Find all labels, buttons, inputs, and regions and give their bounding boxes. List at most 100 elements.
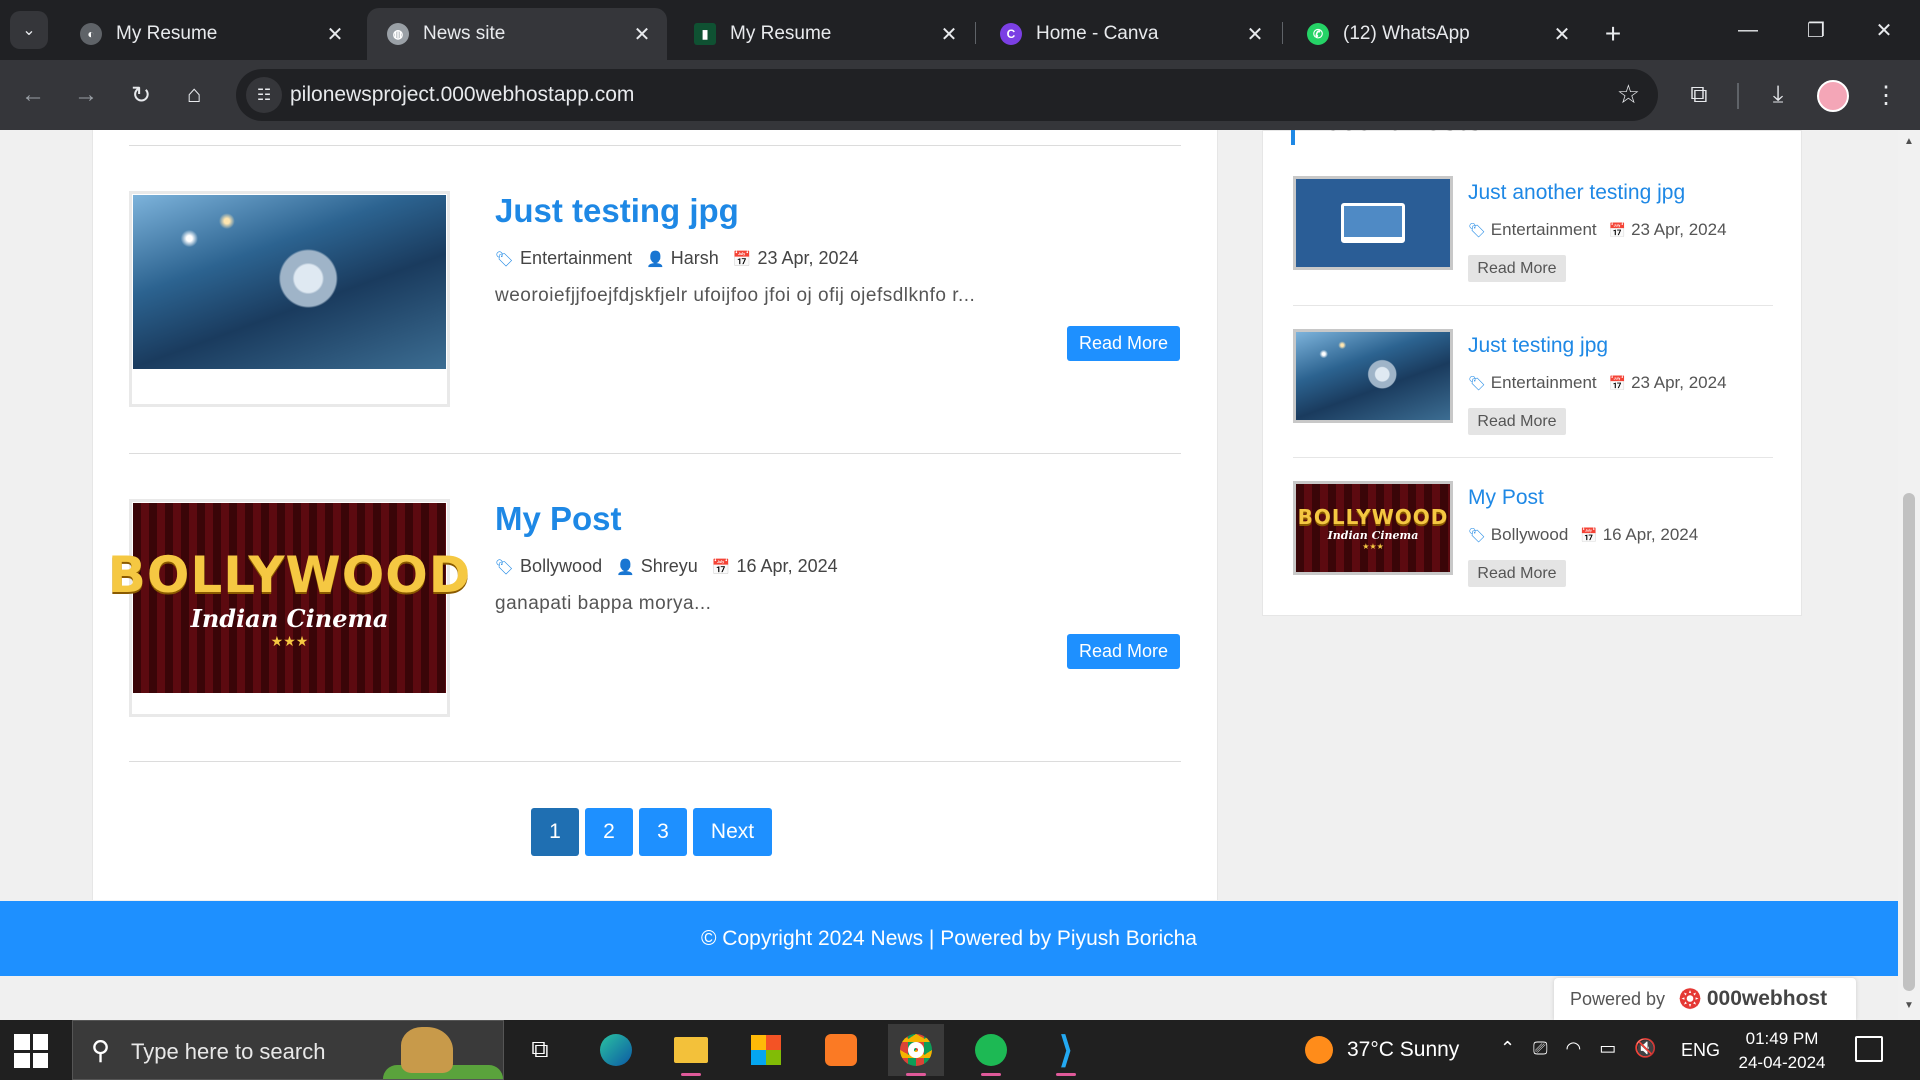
vscode-app[interactable]: ⟩ xyxy=(1038,1024,1094,1076)
start-button[interactable] xyxy=(14,1034,48,1068)
tags-icon: 🏷 xyxy=(1468,221,1486,238)
file-explorer-app[interactable] xyxy=(663,1024,719,1076)
store-icon xyxy=(751,1035,781,1065)
tab-my-resume-2[interactable]: ▮ My Resume ✕ xyxy=(674,8,974,60)
spotify-app[interactable] xyxy=(963,1024,1019,1076)
tab-title: Home - Canva xyxy=(1036,23,1159,44)
calendar-icon: 📅 xyxy=(732,250,752,268)
reload-button[interactable]: ↻ xyxy=(121,75,161,115)
close-icon[interactable]: ✕ xyxy=(1547,19,1577,49)
chrome-app[interactable] xyxy=(888,1024,944,1076)
language-indicator[interactable]: ENG xyxy=(1681,1040,1720,1061)
tab-my-resume[interactable]: ◐ My Resume ✕ xyxy=(60,8,360,60)
user-icon: 👤 xyxy=(616,558,635,576)
scrollbar-thumb[interactable] xyxy=(1903,493,1915,991)
tab-canva[interactable]: C Home - Canva ✕ xyxy=(980,8,1280,60)
close-icon[interactable]: ✕ xyxy=(934,19,964,49)
read-more-button[interactable]: Read More xyxy=(1468,560,1566,587)
xampp-app[interactable] xyxy=(813,1024,869,1076)
page-3-button[interactable]: 3 xyxy=(639,808,687,856)
chevron-up-icon[interactable]: ⌃ xyxy=(1500,1038,1515,1059)
post-thumbnail[interactable] xyxy=(129,191,450,407)
extensions-button[interactable]: ⧉ xyxy=(1679,75,1719,115)
site-info-icon[interactable]: ☷ xyxy=(246,77,282,113)
close-icon: ✕ xyxy=(1875,19,1893,42)
read-more-button[interactable]: Read More xyxy=(1468,255,1566,282)
search-icon: ⚲ xyxy=(91,1035,111,1065)
clock-date: 24-04-2024 xyxy=(1738,1053,1826,1072)
scroll-up-icon[interactable]: ▲ xyxy=(1904,136,1914,147)
windows-taskbar: ⚲ Type here to search ⧉ ⟩ 37°C Sunny ⌃ ⎚… xyxy=(0,1020,1920,1080)
laptop-image[interactable] xyxy=(1293,176,1453,270)
profile-avatar[interactable] xyxy=(1817,80,1849,112)
bollywood-logo-text: BOLLYWOOD xyxy=(1297,505,1449,529)
xampp-icon xyxy=(825,1034,857,1066)
battery-icon[interactable]: ▭ xyxy=(1599,1038,1616,1059)
calendar-icon: 📅 xyxy=(1580,526,1598,543)
downloads-button[interactable]: ⤓ xyxy=(1758,75,1798,115)
recent-post-title[interactable]: Just testing jpg xyxy=(1468,334,1608,358)
forward-button[interactable]: → xyxy=(66,75,106,115)
scroll-down-icon[interactable]: ▼ xyxy=(1904,1000,1914,1011)
post-category[interactable]: Bollywood xyxy=(520,556,602,577)
close-icon[interactable]: ✕ xyxy=(627,19,657,49)
recent-post-title[interactable]: My Post xyxy=(1468,486,1544,510)
post-title[interactable]: Just testing jpg xyxy=(495,192,739,230)
calendar-icon: 📅 xyxy=(711,558,731,576)
recent-post-category[interactable]: Entertainment xyxy=(1491,220,1597,240)
minimize-button[interactable]: — xyxy=(1714,8,1782,52)
whatsapp-favicon-icon: ✆ xyxy=(1307,23,1329,45)
clock-time: 01:49 PM xyxy=(1745,1029,1819,1048)
weather-widget[interactable]: 37°C Sunny xyxy=(1305,1036,1459,1064)
footer-copyright: © Copyright 2024 News | Powered by Piyus… xyxy=(700,926,1197,950)
recent-post-category[interactable]: Entertainment xyxy=(1491,373,1597,393)
next-page-button[interactable]: Next xyxy=(693,808,772,856)
close-icon[interactable]: ✕ xyxy=(1240,19,1270,49)
recent-post-category[interactable]: Bollywood xyxy=(1491,525,1569,545)
tab-search-button[interactable]: ⌄ xyxy=(10,11,48,49)
home-button[interactable]: ⌂ xyxy=(174,75,214,115)
page-1-button[interactable]: 1 xyxy=(531,808,579,856)
tags-icon: 🏷 xyxy=(495,250,515,268)
menu-button[interactable]: ⋮ xyxy=(1866,75,1906,115)
post-thumbnail[interactable]: BOLLYWOOD Indian Cinema ★★★ xyxy=(108,499,470,717)
volume-muted-icon[interactable]: 🔇 xyxy=(1634,1038,1656,1059)
close-window-button[interactable]: ✕ xyxy=(1850,8,1918,52)
url-text[interactable]: pilonewsproject.000webhostapp.com xyxy=(290,83,634,107)
post-meta: 🏷 Entertainment 👤 Harsh 📅 23 Apr, 2024 xyxy=(495,248,859,269)
new-tab-button[interactable]: + xyxy=(1595,16,1631,52)
taskbar-search[interactable]: ⚲ Type here to search xyxy=(72,1020,504,1080)
tab-title: (12) WhatsApp xyxy=(1343,23,1470,44)
globe-keyboard-image[interactable] xyxy=(1293,329,1453,423)
bollywood-image[interactable]: BOLLYWOOD Indian Cinema ★★★ xyxy=(1293,481,1453,575)
bookmark-star-icon[interactable]: ☆ xyxy=(1617,79,1640,110)
wifi-icon[interactable]: ◠ xyxy=(1566,1038,1582,1059)
weather-text: 37°C Sunny xyxy=(1347,1038,1460,1061)
bollywood-logo-text: BOLLYWOOD xyxy=(107,546,472,604)
task-view-button[interactable]: ⧉ xyxy=(512,1024,568,1076)
post-meta: 🏷 Bollywood 👤 Shreyu 📅 16 Apr, 2024 xyxy=(495,556,838,577)
arrow-left-icon: ← xyxy=(21,81,45,108)
restore-button[interactable]: ❐ xyxy=(1782,8,1850,52)
page-scrollbar[interactable]: ▲ ▼ xyxy=(1898,130,1920,1020)
read-more-button[interactable]: Read More xyxy=(1067,634,1180,669)
reload-icon: ↻ xyxy=(130,81,152,109)
system-clock[interactable]: 01:49 PM 24-04-2024 xyxy=(1736,1027,1828,1075)
tab-news-site[interactable]: ◍ News site ✕ xyxy=(367,8,667,60)
host-badge[interactable]: Powered by ❂ 000webhost xyxy=(1554,978,1856,1020)
close-icon[interactable]: ✕ xyxy=(320,19,350,49)
address-bar[interactable]: ☷ pilonewsproject.000webhostapp.com ☆ xyxy=(236,69,1658,121)
meet-now-icon[interactable]: ⎚ xyxy=(1533,1038,1547,1059)
edge-app[interactable] xyxy=(588,1024,644,1076)
notification-center-icon[interactable] xyxy=(1855,1036,1883,1062)
back-button[interactable]: ← xyxy=(13,75,53,115)
recent-post-title[interactable]: Just another testing jpg xyxy=(1468,181,1685,205)
tab-whatsapp[interactable]: ✆ (12) WhatsApp ✕ xyxy=(1287,8,1587,60)
page-2-button[interactable]: 2 xyxy=(585,808,633,856)
post-category[interactable]: Entertainment xyxy=(520,248,632,269)
read-more-button[interactable]: Read More xyxy=(1468,408,1566,435)
star-icon: ★★★ xyxy=(270,633,309,649)
microsoft-store-app[interactable] xyxy=(738,1024,794,1076)
post-title[interactable]: My Post xyxy=(495,500,622,538)
read-more-button[interactable]: Read More xyxy=(1067,326,1180,361)
